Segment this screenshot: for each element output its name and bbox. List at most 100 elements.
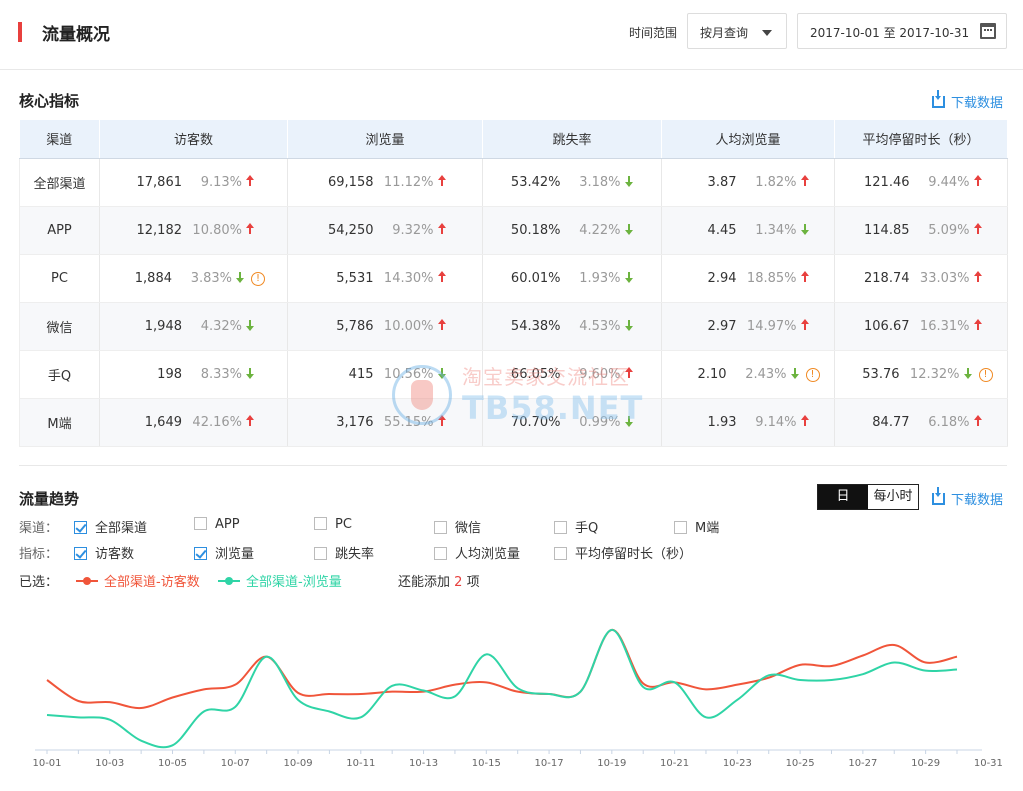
metric-value: 84.77	[872, 414, 910, 430]
metric-cell: 60.01% 1.93%	[482, 254, 662, 303]
arrow-up-icon	[437, 222, 447, 235]
warning-icon[interactable]: !	[978, 367, 993, 382]
query-mode-select[interactable]: 按月查询	[687, 13, 787, 49]
metric-change: 5.09%	[928, 222, 970, 238]
metric-checkbox[interactable]: 访客数	[74, 543, 134, 562]
metric-cell: 84.77 6.18%	[834, 398, 1008, 447]
metric-checkbox[interactable]: 人均浏览量	[434, 543, 520, 562]
channel-cell: 手Q	[19, 350, 100, 399]
checkbox-empty-icon[interactable]	[674, 521, 687, 534]
metric-cell: 54.38% 4.53%	[482, 302, 662, 351]
add-more-count: 2	[454, 575, 463, 590]
metric-value: 66.05%	[510, 366, 561, 382]
metric-cell: 12,182 10.80%	[99, 206, 288, 255]
metric-cell: 2.10 2.43%!	[661, 350, 835, 399]
add-more-suffix: 项	[466, 575, 480, 590]
channel-checkbox-label: PC	[335, 517, 352, 532]
channel-checkbox[interactable]: APP	[194, 517, 240, 532]
legend-item-visitors[interactable]: 全部渠道-访客数	[76, 571, 200, 590]
metric-checkbox-label: 跳失率	[335, 547, 375, 562]
trend-download-link[interactable]: 下载数据	[932, 487, 1004, 508]
column-header: 人均浏览量	[661, 120, 835, 159]
table-row: PC 1,884 3.83%! 5,531 14.30% 60.01% 1.93% 2.94 1…	[19, 254, 1008, 303]
metric-checkbox-label: 访客数	[95, 547, 135, 562]
arrow-up-icon	[245, 222, 255, 235]
metric-change: 9.60%	[579, 366, 621, 382]
channel-checkbox-label: APP	[215, 517, 240, 532]
metric-value: 17,861	[136, 174, 183, 190]
channel-checkbox[interactable]: 微信	[434, 517, 481, 536]
x-tick-label: 10-01	[32, 758, 61, 769]
date-range-picker[interactable]: 2017-10-01 至 2017-10-31	[797, 13, 1007, 49]
metric-checkbox[interactable]: 跳失率	[314, 543, 374, 562]
metric-checkbox[interactable]: 浏览量	[194, 543, 254, 562]
arrow-up-icon	[624, 366, 634, 379]
metric-change: 4.22%	[579, 222, 621, 238]
metric-checkbox[interactable]: 平均停留时长（秒）	[554, 543, 692, 562]
arrow-down-icon	[624, 319, 634, 331]
metric-cell: 53.42% 3.18%	[482, 158, 662, 207]
metric-cell: 218.74 33.03%	[834, 254, 1008, 303]
channel-cell: 微信	[19, 302, 100, 351]
arrow-down-icon	[963, 367, 973, 379]
x-tick-label: 10-13	[409, 758, 438, 769]
channel-checkbox[interactable]: 手Q	[554, 517, 598, 536]
metric-change: 4.53%	[579, 318, 621, 334]
metric-change: 1.93%	[579, 270, 621, 286]
checkbox-empty-icon[interactable]	[314, 547, 327, 560]
checkbox-checked-icon[interactable]	[74, 547, 87, 560]
checkbox-empty-icon[interactable]	[314, 517, 327, 530]
metric-value: 121.46	[864, 174, 910, 190]
page-header: 流量概况 时间范围 按月查询 2017-10-01 至 2017-10-31	[0, 0, 1023, 70]
metric-cell: 415 10.56%	[287, 350, 483, 399]
arrow-down-icon	[800, 223, 810, 235]
metric-change: 3.18%	[579, 174, 621, 190]
checkbox-checked-icon[interactable]	[194, 547, 207, 560]
x-tick-label: 10-29	[911, 758, 940, 769]
metric-value: 218.74	[864, 270, 910, 286]
add-more-hint: 还能添加 2 项	[398, 571, 480, 590]
metric-value: 1,649	[144, 414, 182, 430]
core-download-link[interactable]: 下载数据	[932, 90, 1003, 111]
date-end: 2017-10-31	[899, 26, 970, 40]
metric-cell: 53.76 12.32%!	[834, 350, 1008, 399]
channel-checkbox[interactable]: M端	[674, 517, 719, 536]
download-label: 下载数据	[951, 493, 1004, 508]
metric-change: 1.34%	[755, 222, 797, 238]
metric-filter-label: 指标：	[19, 547, 59, 562]
arrow-up-icon	[800, 174, 810, 187]
toggle-hour-button[interactable]: 每小时	[868, 485, 918, 509]
checkbox-empty-icon[interactable]	[194, 517, 207, 530]
metric-value: 2.97	[707, 318, 737, 334]
x-tick-label: 10-25	[786, 758, 815, 769]
x-tick-label: 10-15	[472, 758, 501, 769]
metric-checkbox-label: 浏览量	[215, 547, 255, 562]
channel-checkbox[interactable]: 全部渠道	[74, 517, 147, 536]
channel-cell: PC	[19, 254, 100, 303]
metric-value: 106.67	[864, 318, 910, 334]
metric-change: 4.32%	[200, 318, 242, 334]
metric-value: 5,786	[336, 318, 374, 334]
channel-cell: M端	[19, 398, 100, 447]
toggle-day-button[interactable]: 日	[818, 485, 868, 509]
section-divider	[19, 465, 1007, 466]
arrow-down-icon	[235, 271, 245, 283]
metric-value: 12,182	[136, 222, 183, 238]
metric-checkbox-label: 平均停留时长（秒）	[575, 547, 693, 562]
channel-checkbox[interactable]: PC	[314, 517, 352, 532]
calendar-icon[interactable]	[980, 23, 996, 39]
checkbox-empty-icon[interactable]	[554, 521, 567, 534]
metric-cell: 1,948 4.32%	[99, 302, 288, 351]
warning-icon[interactable]: !	[805, 367, 820, 382]
metric-change: 0.99%	[579, 414, 621, 430]
metric-change: 11.12%	[383, 174, 434, 190]
arrow-up-icon	[973, 222, 983, 235]
warning-icon[interactable]: !	[251, 271, 265, 286]
checkbox-empty-icon[interactable]	[554, 547, 567, 560]
checkbox-empty-icon[interactable]	[434, 547, 447, 560]
arrow-up-icon	[437, 414, 447, 427]
checkbox-empty-icon[interactable]	[434, 521, 447, 534]
legend-label: 全部渠道-浏览量	[246, 575, 342, 590]
legend-item-pageviews[interactable]: 全部渠道-浏览量	[218, 571, 342, 590]
checkbox-checked-icon[interactable]	[74, 521, 87, 534]
